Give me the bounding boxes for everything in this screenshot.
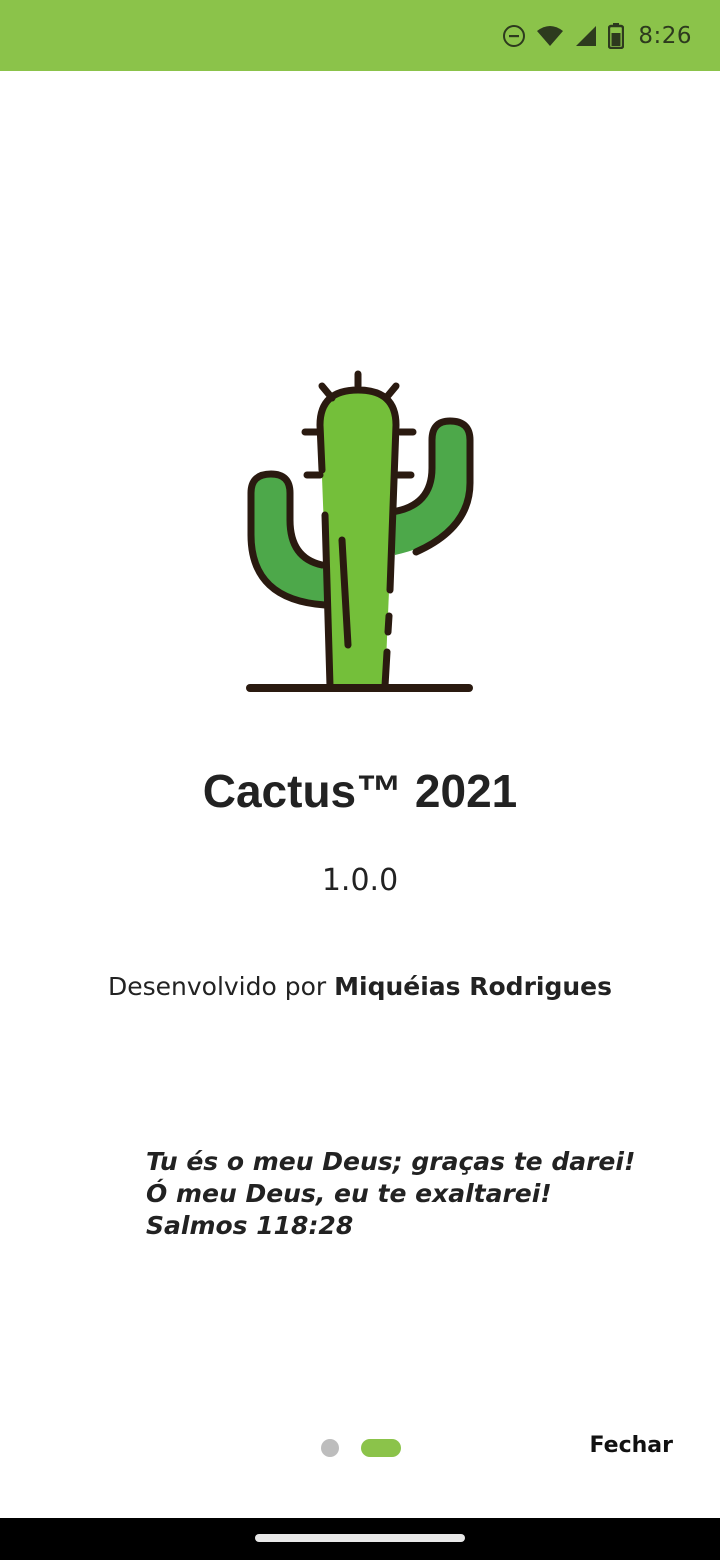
- close-button[interactable]: Fechar: [590, 1433, 673, 1458]
- developer-credit: Desenvolvido por Miquéias Rodrigues: [0, 972, 720, 1001]
- cactus-logo: [246, 370, 474, 692]
- developer-name: Miquéias Rodrigues: [334, 972, 613, 1001]
- status-bar: 8:26: [0, 0, 720, 71]
- app-version: 1.0.0: [321, 863, 399, 898]
- developed-by-label: Desenvolvido por: [107, 972, 327, 1001]
- verse-line-2: Ó meu Deus, eu te exaltarei!: [146, 1179, 552, 1208]
- battery-icon: [608, 23, 625, 49]
- home-gesture-handle[interactable]: [255, 1534, 465, 1542]
- do-not-disturb-icon: [503, 25, 526, 47]
- status-time: 8:26: [638, 23, 692, 49]
- page-indicator: [321, 1439, 401, 1457]
- status-icons: 8:26: [502, 20, 692, 52]
- wifi-icon: [537, 26, 564, 46]
- navigation-bar: [0, 1518, 720, 1560]
- verse-reference: Salmos 118:28: [146, 1211, 354, 1240]
- cellular-signal-icon: [576, 26, 597, 46]
- verse-line-1: Tu és o meu Deus; graças te darei!: [146, 1147, 636, 1176]
- app-title: Cactus™ 2021: [202, 765, 518, 817]
- page-dot-1[interactable]: [321, 1439, 339, 1457]
- page-dot-2-active[interactable]: [361, 1439, 401, 1457]
- bible-verse: Tu és o meu Deus; graças te darei! Ó meu…: [146, 1146, 666, 1242]
